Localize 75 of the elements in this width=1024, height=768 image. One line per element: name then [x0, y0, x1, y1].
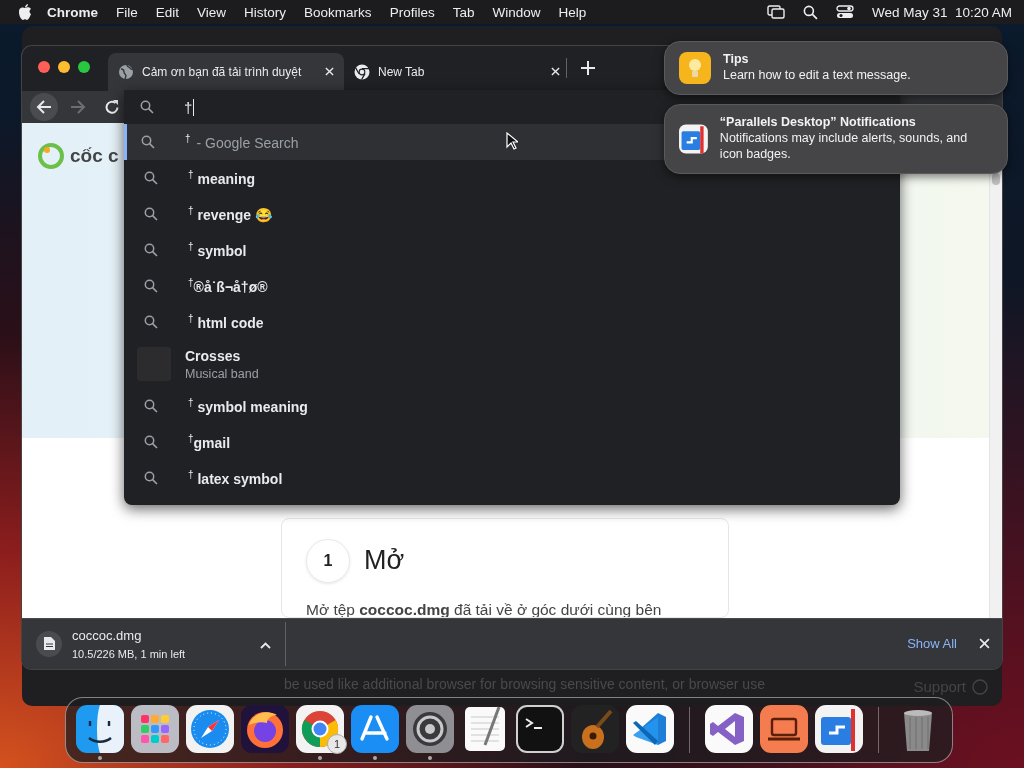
- suggestion-item[interactable]: $^{†}$ revenge 😂: [124, 196, 900, 232]
- file-icon: [43, 637, 55, 651]
- mouse-pointer-icon: [506, 132, 518, 150]
- download-file-name[interactable]: coccoc.dmg: [72, 627, 186, 643]
- minimize-window-button[interactable]: [58, 61, 70, 74]
- menu-item[interactable]: View: [188, 4, 236, 20]
- suggestion-item[interactable]: $^{†}$ symbol: [124, 232, 900, 268]
- control-center-icon[interactable]: [835, 5, 854, 19]
- menu-item[interactable]: Window: [483, 4, 550, 20]
- notification-text: Learn how to edit a text message.: [723, 67, 911, 84]
- suggestion-item[interactable]: $^{†}$®å˙ß¬å†ø®: [124, 268, 900, 304]
- search-icon: [144, 399, 158, 413]
- search-icon: [144, 435, 158, 449]
- suggestion-item[interactable]: $^{†}$ symbol meaning: [124, 388, 900, 424]
- letter-a-icon[interactable]: [351, 705, 399, 753]
- chevron-up-icon[interactable]: [260, 641, 271, 649]
- search-icon: [141, 135, 155, 149]
- window-stripes-icon[interactable]: [815, 705, 863, 753]
- search-icon: [140, 100, 154, 114]
- search-icon: [144, 279, 158, 293]
- close-icon[interactable]: [325, 67, 334, 77]
- globe-icon: [118, 63, 134, 80]
- search-icon: [144, 243, 158, 257]
- step-title: Mở: [364, 545, 405, 577]
- menu-item[interactable]: File: [107, 4, 147, 20]
- search-icon: [144, 315, 158, 329]
- suggestion-item[interactable]: Crosses Musical band: [124, 340, 900, 388]
- search-icon[interactable]: [802, 4, 818, 20]
- help-icon: [972, 678, 988, 695]
- menu-item[interactable]: Tab: [443, 4, 484, 20]
- download-status: 10.5/226 MB, 1 min left: [72, 647, 186, 660]
- logo-icon: [38, 142, 64, 169]
- smiling-face-icon[interactable]: [76, 705, 124, 753]
- search-icon: [144, 207, 158, 221]
- reload-icon[interactable]: [104, 98, 120, 115]
- close-window-button[interactable]: [38, 61, 50, 74]
- logo-text: cốc c: [70, 144, 119, 167]
- compass-icon[interactable]: [186, 705, 234, 753]
- suggestion-item[interactable]: $^{†}$gmail: [124, 424, 900, 460]
- guitar-icon[interactable]: [571, 705, 619, 753]
- chrome-logo-icon[interactable]: [296, 705, 344, 753]
- code-editor-icon[interactable]: [626, 705, 674, 753]
- new-tab-icon[interactable]: [581, 61, 595, 76]
- browser-tab[interactable]: New Tab: [344, 52, 570, 91]
- menu-item[interactable]: Bookmarks: [295, 4, 381, 20]
- menu-item[interactable]: History: [235, 4, 296, 20]
- menu-item[interactable]: Profiles: [380, 4, 444, 20]
- close-icon[interactable]: [979, 638, 990, 650]
- menu-bar-clock[interactable]: Wed May 31 10:20 AM: [871, 4, 1012, 20]
- light-bulb-icon: [679, 52, 711, 84]
- terminal-icon[interactable]: [516, 705, 564, 753]
- fox-globe-icon[interactable]: [241, 705, 289, 753]
- browser-tab[interactable]: Cảm ơn bạn đã tải trình duyệt: [108, 52, 344, 91]
- screen-mirroring-icon[interactable]: [766, 5, 785, 19]
- chrome-logo-icon: [354, 63, 370, 80]
- notification-card[interactable]: Tips Learn how to edit a text message.: [664, 41, 1008, 95]
- zoom-window-button[interactable]: [78, 61, 90, 74]
- search-icon: [144, 171, 158, 185]
- back-arrow-icon[interactable]: [36, 98, 52, 115]
- app-grid-icon[interactable]: [131, 705, 179, 753]
- apple-logo-icon[interactable]: [18, 4, 32, 20]
- address-field[interactable]: †: [184, 98, 195, 116]
- notification-card[interactable]: “Parallels Desktop” Notifications Notifications may include alerts, sounds, and icon badges.: [664, 104, 1008, 174]
- suggestion-item[interactable]: $^{†}$ latex symbol: [124, 460, 900, 496]
- search-icon: [144, 471, 158, 485]
- menu-item[interactable]: Edit: [146, 4, 189, 20]
- laptop-icon[interactable]: [760, 705, 808, 753]
- gear-icon[interactable]: [406, 705, 454, 753]
- show-all-link[interactable]: Show All: [907, 636, 957, 652]
- suggestion-item[interactable]: $^{†}$ html code: [124, 304, 900, 340]
- notification-title: Tips: [723, 52, 750, 67]
- infinity-logo-icon[interactable]: [705, 705, 753, 753]
- menu-item[interactable]: Help: [549, 4, 596, 20]
- menu-item[interactable]: Chrome: [38, 4, 107, 20]
- close-icon[interactable]: [551, 67, 560, 77]
